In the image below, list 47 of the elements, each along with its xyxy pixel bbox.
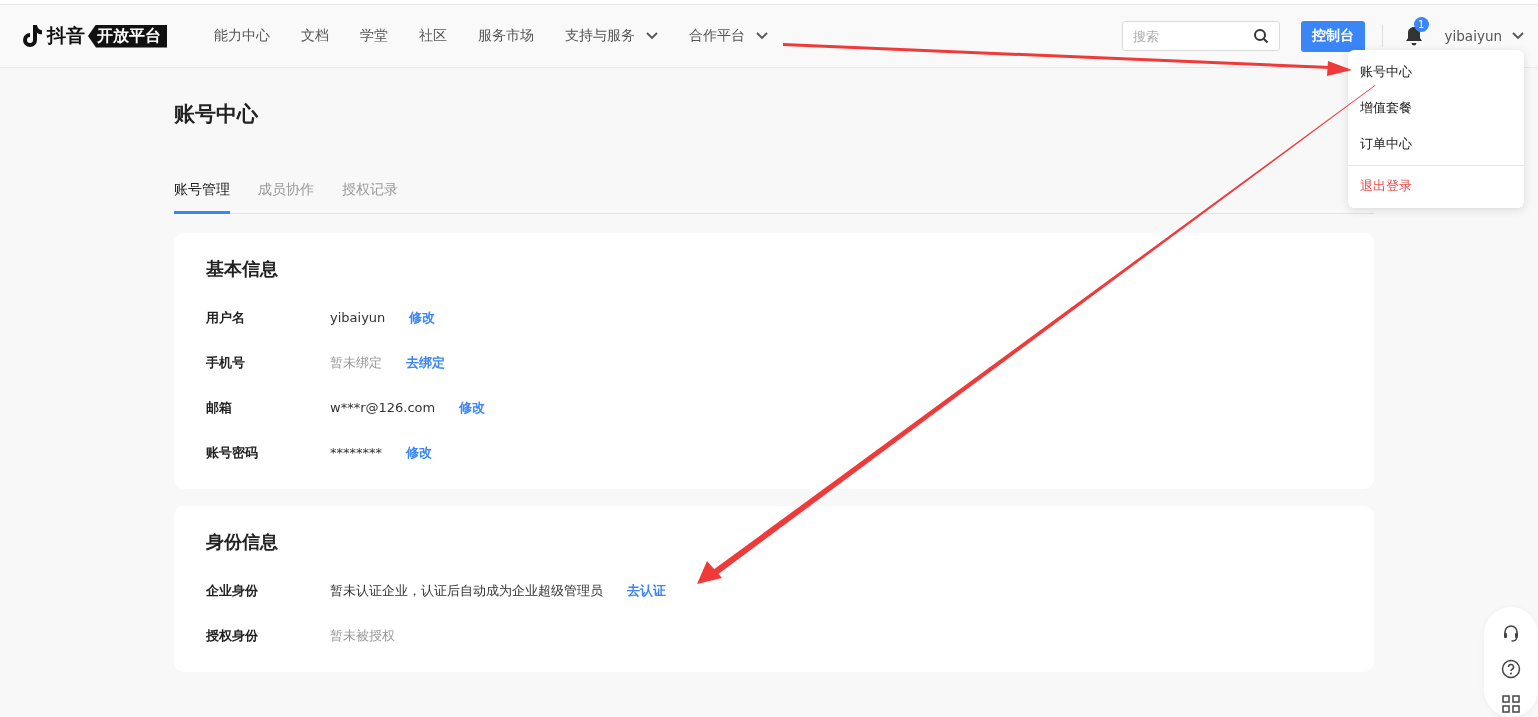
nav-link[interactable]: 服务市场 — [478, 27, 534, 45]
action-link[interactable]: 修改 — [459, 398, 486, 417]
music-note-logo-icon — [22, 24, 44, 48]
field-label: 企业身份 — [206, 581, 259, 600]
logo-badge: 开放平台 — [88, 24, 167, 48]
action-link[interactable]: 去认证 — [627, 581, 666, 600]
page-title: 账号中心 — [174, 101, 258, 128]
field-value: yibaiyun — [330, 310, 386, 325]
nav-link[interactable]: 社区 — [419, 27, 447, 45]
nav-link[interactable]: 合作平台 — [689, 27, 768, 45]
field-value: ******** — [330, 445, 382, 460]
menu-item[interactable]: 增值套餐 — [1348, 90, 1524, 126]
nav-link[interactable]: 文档 — [301, 27, 329, 45]
field-label: 邮箱 — [206, 398, 233, 417]
field-label: 手机号 — [206, 353, 246, 372]
username-menu[interactable]: yibaiyun — [1444, 28, 1502, 44]
notification-badge: 1 — [1413, 17, 1429, 32]
bell-icon[interactable] — [1404, 26, 1423, 46]
qr-code-icon[interactable] — [1502, 695, 1520, 713]
field-label: 用户名 — [206, 308, 246, 327]
menu-item[interactable]: 账号中心 — [1348, 54, 1524, 90]
action-link[interactable]: 修改 — [406, 443, 432, 462]
logo-text: 抖音 — [47, 23, 85, 48]
console-button[interactable]: 控制台 — [1300, 20, 1365, 52]
chevron-down-icon[interactable] — [646, 32, 658, 40]
field-value: 暂未绑定 — [330, 353, 382, 372]
nav-link[interactable]: 学堂 — [360, 27, 388, 45]
action-link[interactable]: 修改 — [409, 308, 436, 327]
field-value: 暂未被授权 — [330, 626, 395, 645]
search-icon — [1252, 28, 1269, 44]
chevron-down-icon[interactable] — [1512, 32, 1524, 40]
field-label: 授权身份 — [206, 626, 259, 645]
action-link[interactable]: 去绑定 — [406, 353, 445, 372]
help-icon[interactable] — [1501, 659, 1521, 679]
search-field[interactable]: 搜索 — [1121, 21, 1280, 51]
nav-link[interactable]: 支持与服务 — [565, 27, 658, 45]
menu-item[interactable]: 退出登录 — [1348, 168, 1524, 204]
section-title: 身份信息 — [206, 530, 279, 554]
field-label: 账号密码 — [206, 443, 259, 462]
field-value: 暂未认证企业，认证后自动成为企业超级管理员 — [330, 581, 603, 600]
tab[interactable]: 账号管理 — [174, 175, 230, 214]
field-value: w***r@126.com — [330, 400, 436, 415]
chevron-down-icon[interactable] — [756, 32, 768, 40]
menu-item[interactable]: 订单中心 — [1348, 126, 1524, 162]
section-title: 基本信息 — [206, 257, 279, 281]
nav-link[interactable]: 能力中心 — [214, 27, 270, 45]
headset-icon[interactable] — [1501, 623, 1521, 643]
